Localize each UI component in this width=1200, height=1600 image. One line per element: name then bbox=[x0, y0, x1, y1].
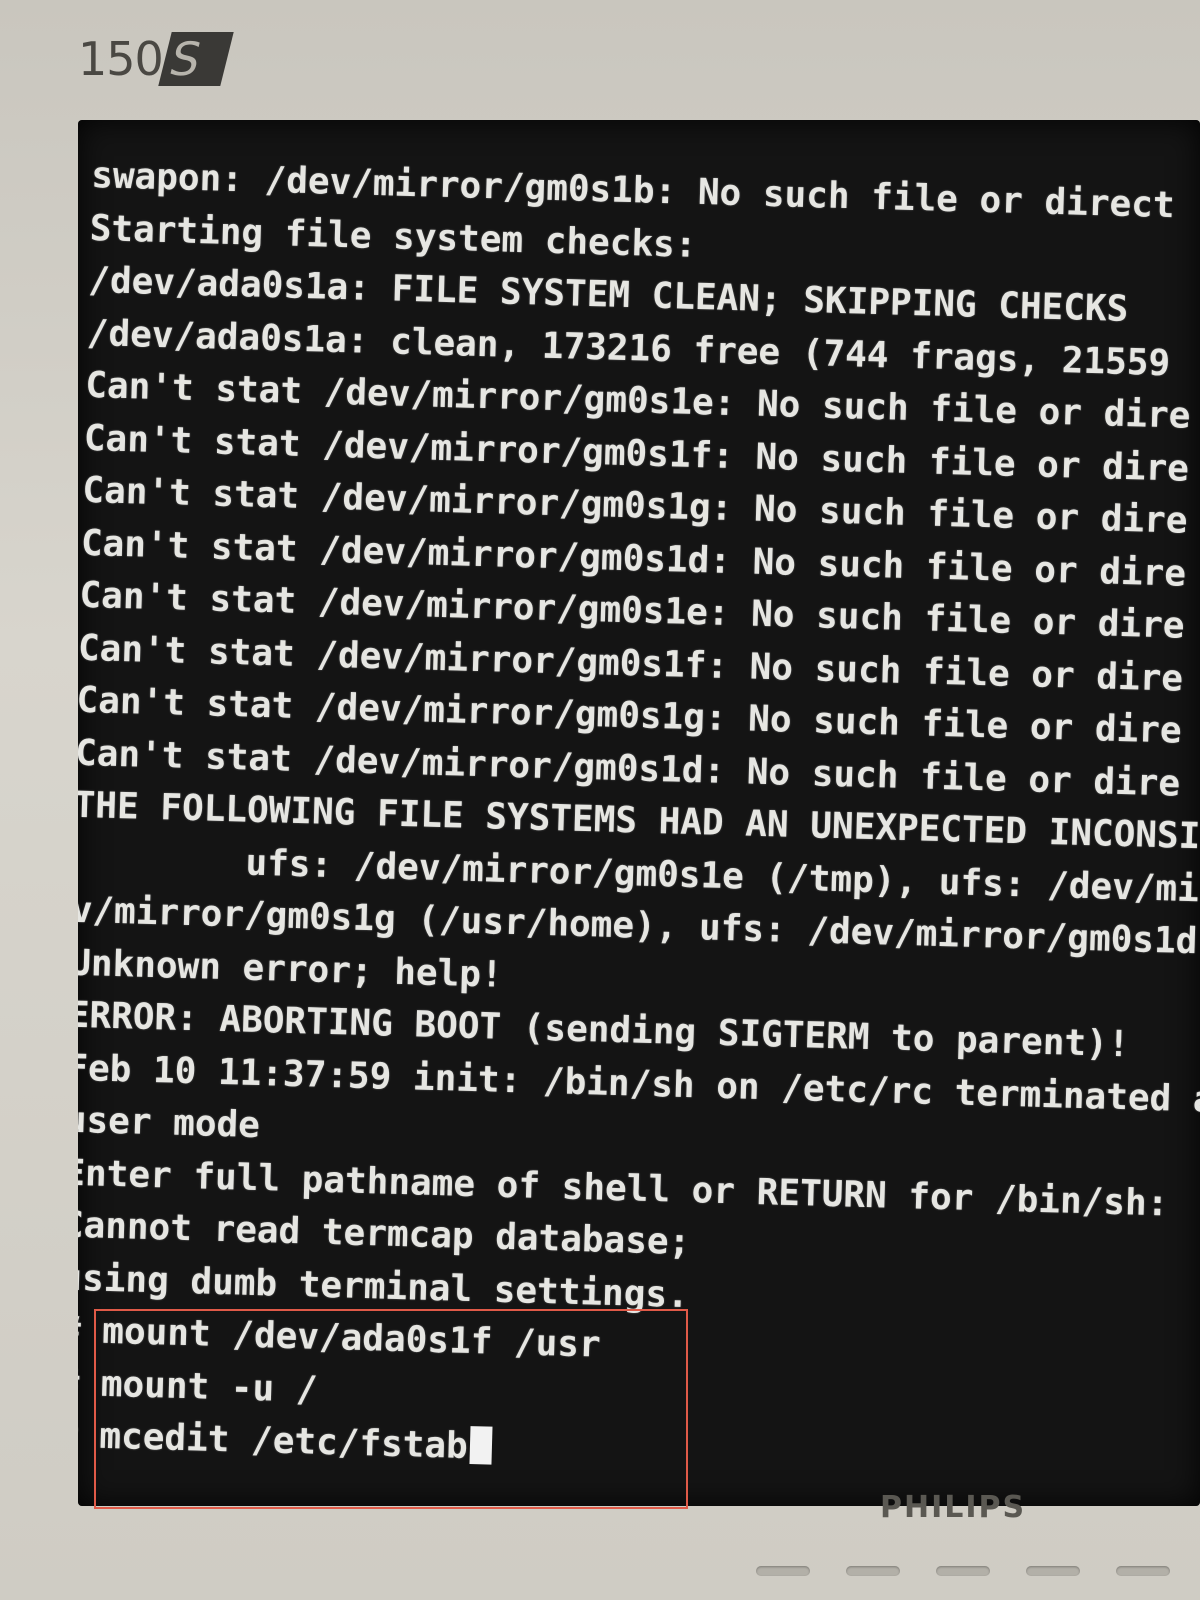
monitor-button[interactable] bbox=[936, 1566, 990, 1576]
model-suffix: S bbox=[158, 32, 234, 86]
highlight-annotation bbox=[94, 1309, 688, 1509]
monitor-bezel: 150S swapon: /dev/mirror/gm0s1b: No such… bbox=[0, 0, 1200, 1600]
brand-logo: PHILIPS bbox=[880, 1490, 1027, 1525]
monitor-button[interactable] bbox=[1026, 1566, 1080, 1576]
monitor-button[interactable] bbox=[756, 1566, 810, 1576]
monitor-button[interactable] bbox=[846, 1566, 900, 1576]
terminal-screen[interactable]: swapon: /dev/mirror/gm0s1b: No such file… bbox=[78, 120, 1200, 1506]
model-label: 150S bbox=[78, 32, 234, 86]
model-number: 150 bbox=[78, 32, 164, 86]
monitor-button[interactable] bbox=[1116, 1566, 1170, 1576]
console-output: swapon: /dev/mirror/gm0s1b: No such file… bbox=[78, 150, 1200, 1493]
